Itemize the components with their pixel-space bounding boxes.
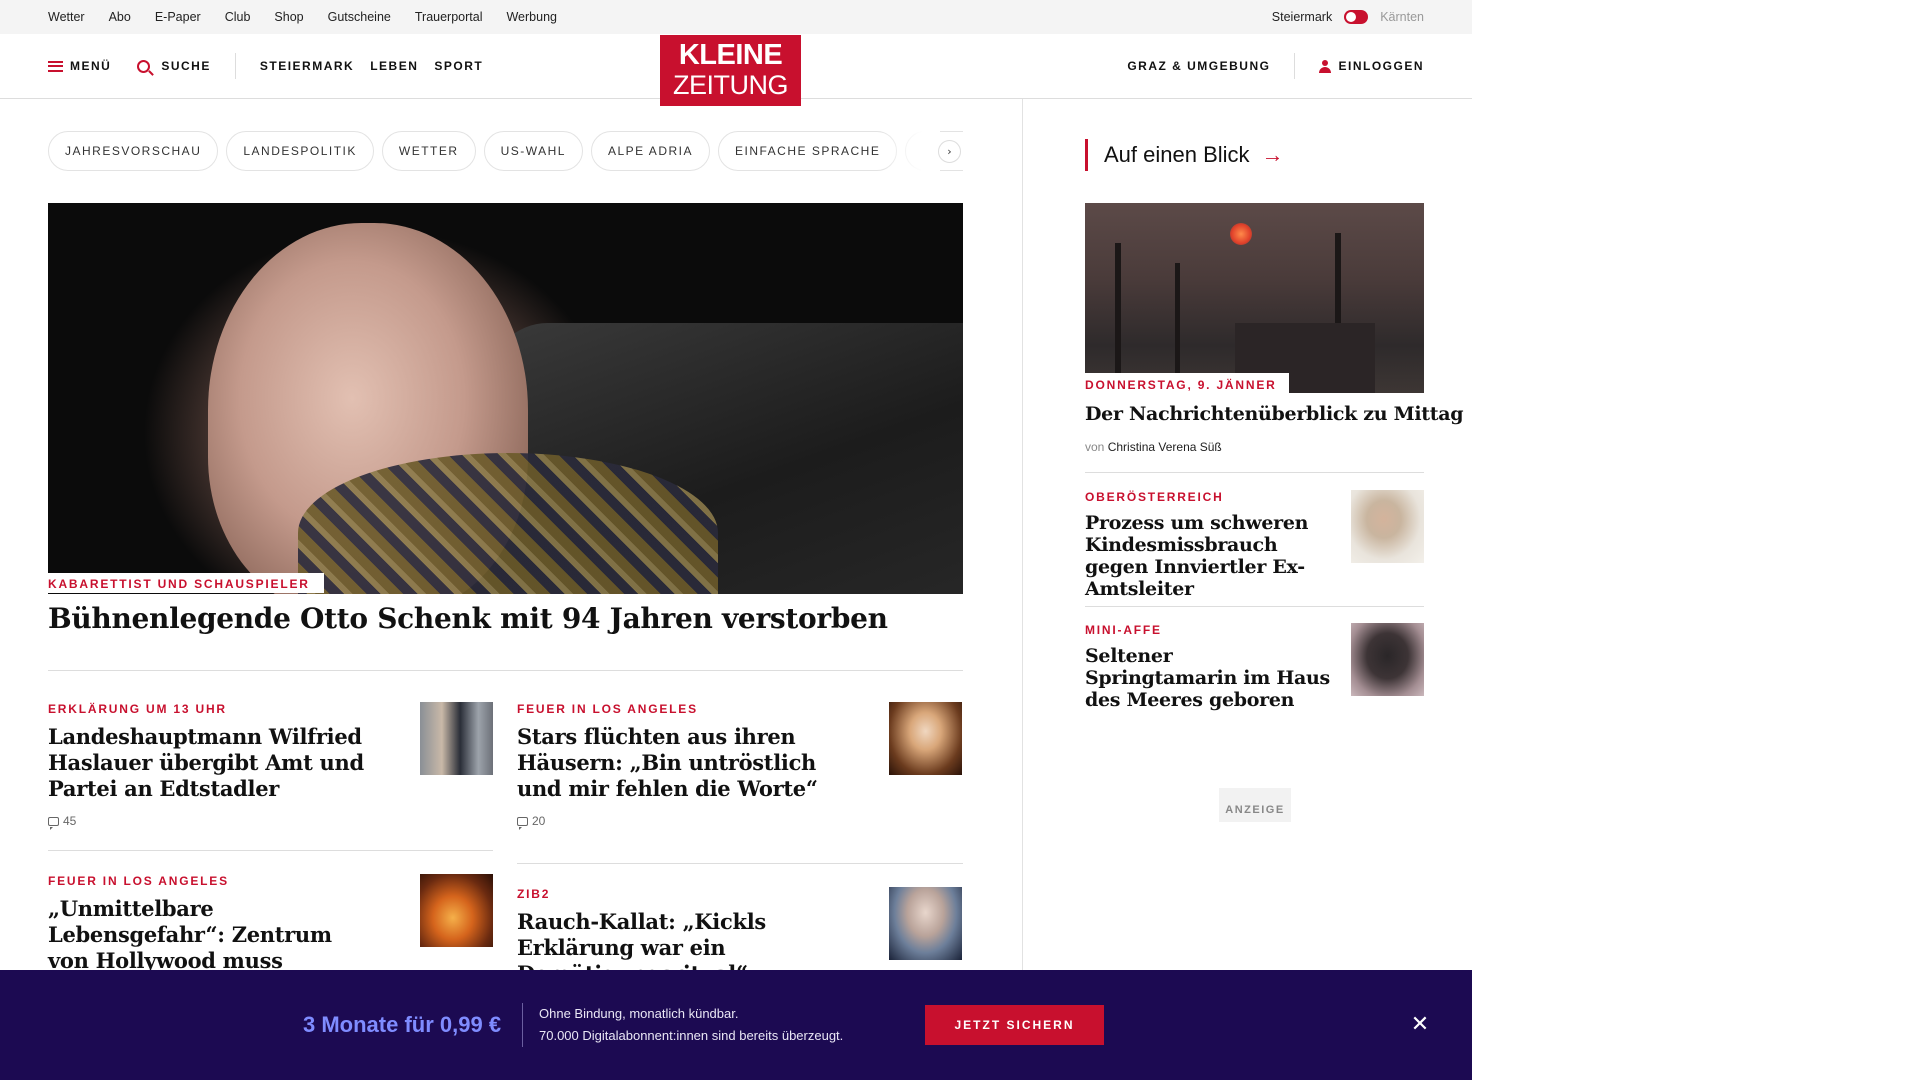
sidebar-separator <box>1085 606 1424 607</box>
login-label: EINLOGGEN <box>1338 59 1424 73</box>
utility-links: Wetter Abo E-Paper Club Shop Gutscheine … <box>48 0 557 34</box>
region-switch: Steiermark Kärnten <box>1272 0 1424 34</box>
utility-link-trauerportal[interactable]: Trauerportal <box>415 10 483 24</box>
promo-offer: 3 Monate für 0,99 € <box>303 1012 502 1037</box>
search-label: SUCHE <box>161 59 211 73</box>
chip-einfache-sprache[interactable]: EINFACHE SPRACHE <box>717 131 898 171</box>
chips-fade <box>880 131 940 171</box>
utility-link-shop[interactable]: Shop <box>274 10 303 24</box>
hamburger-icon <box>48 60 63 72</box>
header-right-nav: GRAZ & UMGEBUNG EINLOGGEN <box>1127 34 1424 98</box>
utility-link-gutscheine[interactable]: Gutscheine <box>328 10 391 24</box>
hero-kicker: KABARETTIST UND SCHAUSPIELER <box>48 573 324 593</box>
menu-button[interactable]: MENÜ <box>48 59 111 73</box>
menu-label: MENÜ <box>70 59 112 73</box>
sidebar-image-tree <box>1115 243 1121 393</box>
comment-icon <box>48 816 59 830</box>
nav-sport[interactable]: SPORT <box>434 59 483 73</box>
article-separator <box>517 863 963 864</box>
promo-text: Ohne Bindung, monatlich kündbar. 70.000 … <box>539 1003 843 1047</box>
sidebar-article[interactable]: MINI-AFFE Seltener Springtamarin im Haus… <box>1085 623 1424 711</box>
top-utility-bar: Wetter Abo E-Paper Club Shop Gutscheine … <box>0 0 1472 34</box>
chip-landespolitik[interactable]: LANDESPOLITIK <box>226 131 374 171</box>
article-thumbnail[interactable] <box>889 702 962 775</box>
subscription-banner: 3 Monate für 0,99 € Ohne Bindung, monatl… <box>0 970 1472 1080</box>
sidebar-lead-image[interactable] <box>1085 203 1424 393</box>
chip-us-wahl[interactable]: US-WAHL <box>483 131 583 171</box>
sidebar-heading-label: Auf einen Blick <box>1104 142 1250 167</box>
sidebar-image-sun <box>1230 223 1252 245</box>
article-thumbnail[interactable] <box>889 887 962 960</box>
column-divider <box>1022 99 1023 970</box>
section-nav: STEIERMARK LEBEN SPORT <box>260 59 483 73</box>
sidebar-article-thumbnail[interactable] <box>1351 623 1424 696</box>
article-card[interactable]: ERKLÄRUNG UM 13 UHR Landeshauptmann Wilf… <box>48 702 493 830</box>
hero-image[interactable] <box>48 203 963 594</box>
sidebar-article-headline[interactable]: Seltener Springtamarin im Haus des Meere… <box>1085 645 1330 711</box>
chevron-right-icon: › <box>947 145 952 158</box>
close-icon[interactable]: ✕ <box>1408 1013 1432 1037</box>
sidebar-article-headline[interactable]: Prozess um schweren Kindesmissbrauch geg… <box>1085 512 1330 600</box>
comment-count[interactable]: 20 <box>517 814 962 830</box>
article-card[interactable]: FEUER IN LOS ANGELES Stars flüchten aus … <box>517 702 962 830</box>
utility-link-abo[interactable]: Abo <box>109 10 131 24</box>
page-gutter <box>1472 0 1920 1080</box>
article-thumbnail[interactable] <box>420 874 493 947</box>
search-button[interactable]: SUCHE <box>137 59 211 73</box>
utility-link-werbung[interactable]: Werbung <box>506 10 557 24</box>
promo-line-1: Ohne Bindung, monatlich kündbar. <box>539 1006 739 1021</box>
promo-line-2: 70.000 Digitalabonnent:innen sind bereit… <box>539 1028 844 1043</box>
search-icon <box>137 59 151 73</box>
promo-divider <box>522 1003 523 1047</box>
comment-icon <box>517 816 528 830</box>
utility-link-epaper[interactable]: E-Paper <box>155 10 201 24</box>
sidebar-heading[interactable]: Auf einen Blick → <box>1085 139 1284 171</box>
user-icon <box>1319 59 1332 73</box>
header-left-nav: MENÜ SUCHE STEIERMARK LEBEN SPORT <box>48 34 483 98</box>
utility-link-wetter[interactable]: Wetter <box>48 10 85 24</box>
hero-headline[interactable]: Bühnenlegende Otto Schenk mit 94 Jahren … <box>48 602 963 635</box>
topic-chips: JAHRESVORSCHAU LANDESPOLITIK WETTER US-W… <box>48 131 963 171</box>
article-headline[interactable]: Stars flüchten aus ihren Häusern: „Bin u… <box>517 724 837 802</box>
sidebar-article[interactable]: OBERÖSTERREICH Prozess um schweren Kinde… <box>1085 490 1424 600</box>
byline-author[interactable]: Christina Verena Süß <box>1108 440 1222 454</box>
subscribe-button[interactable]: JETZT SICHERN <box>925 1005 1104 1045</box>
sidebar-lead-byline: von Christina Verena Süß <box>1085 440 1222 454</box>
chips-next-button[interactable]: › <box>938 140 961 163</box>
utility-link-club[interactable]: Club <box>225 10 251 24</box>
chip-jahresvorschau[interactable]: JAHRESVORSCHAU <box>48 131 219 171</box>
region-kaernten[interactable]: Kärnten <box>1380 10 1424 24</box>
sidebar-lead-headline[interactable]: Der Nachrichtenüberblick zu Mittag <box>1085 403 1464 425</box>
sidebar-separator <box>1085 472 1424 473</box>
header-divider-right <box>1294 53 1296 79</box>
region-toggle[interactable] <box>1344 10 1369 24</box>
byline-prefix: von <box>1085 440 1105 454</box>
logo-line-2: ZEITUNG <box>673 70 789 100</box>
hero-separator <box>48 670 963 671</box>
kleine-zeitung-logo[interactable]: KLEINE ZEITUNG <box>660 35 801 106</box>
header-divider <box>234 53 236 79</box>
article-separator <box>48 850 493 851</box>
ad-label: ANZEIGE <box>1219 788 1291 822</box>
comment-count-value: 20 <box>532 814 546 828</box>
sidebar-lead-kicker: DONNERSTAG, 9. JÄNNER <box>1085 373 1289 395</box>
comment-count[interactable]: 45 <box>48 814 493 830</box>
article-headline[interactable]: Landeshauptmann Wilfried Haslauer übergi… <box>48 724 368 802</box>
arrow-right-icon: → <box>1261 142 1284 167</box>
article-thumbnail[interactable] <box>420 702 493 775</box>
region-steiermark[interactable]: Steiermark <box>1272 10 1332 24</box>
nav-steiermark[interactable]: STEIERMARK <box>260 59 354 73</box>
main-header: MENÜ SUCHE STEIERMARK LEBEN SPORT KLEINE… <box>0 34 1472 106</box>
region-link-graz[interactable]: GRAZ & UMGEBUNG <box>1127 59 1270 73</box>
login-button[interactable]: EINLOGGEN <box>1319 59 1424 73</box>
sidebar-article-thumbnail[interactable] <box>1351 490 1424 563</box>
chip-alpe-adria[interactable]: ALPE ADRIA <box>590 131 710 171</box>
chip-wetter[interactable]: WETTER <box>381 131 476 171</box>
logo-line-1: KLEINE <box>678 39 783 71</box>
comment-count-value: 45 <box>63 814 77 828</box>
nav-leben[interactable]: LEBEN <box>370 59 418 73</box>
